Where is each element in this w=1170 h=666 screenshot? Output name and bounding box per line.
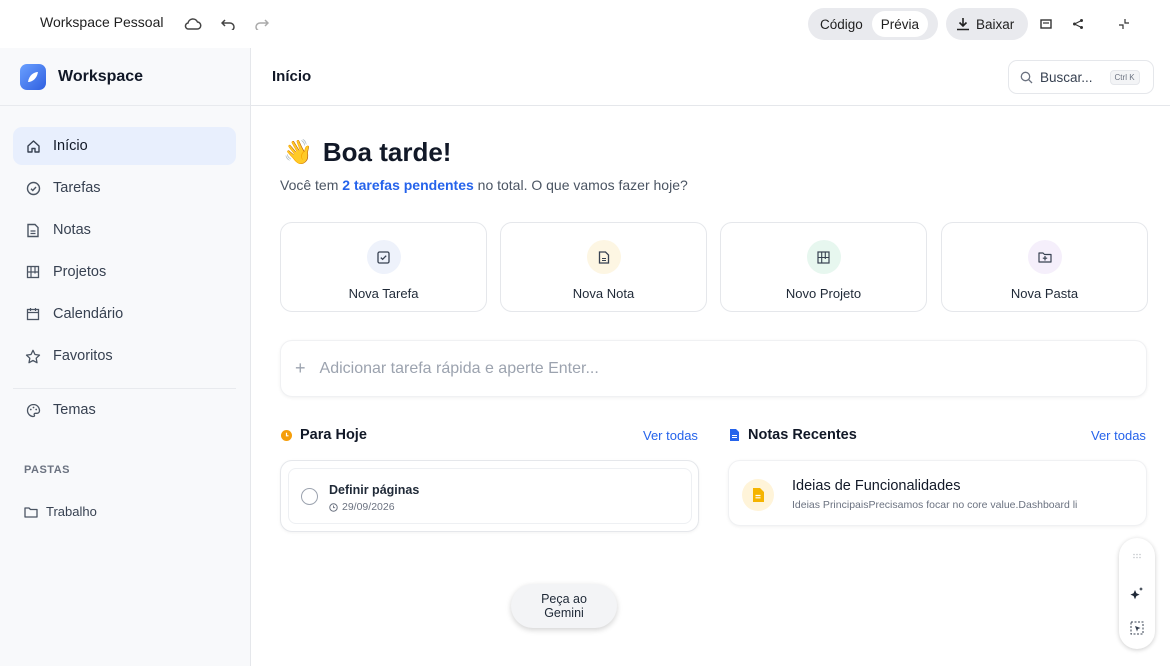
undo-icon[interactable]: [218, 14, 238, 34]
sidebar: Workspace Início Tarefas Notas Projetos …: [0, 48, 251, 666]
folder-item-trabalho[interactable]: Trabalho: [24, 504, 97, 519]
sidebar-item-calendario[interactable]: Calendário: [13, 295, 236, 333]
task-title: Definir páginas: [329, 483, 420, 497]
greeting-title: Boa tarde!: [322, 137, 452, 167]
card-label: Nova Nota: [572, 286, 635, 301]
notes-view-all-link[interactable]: Ver todas: [1091, 428, 1146, 443]
home-icon: [25, 138, 41, 154]
sidebar-item-label: Calendário: [53, 306, 124, 322]
folder-icon: [24, 506, 38, 518]
code-mode-button[interactable]: Código: [811, 11, 872, 37]
sidebar-item-label: Favoritos: [53, 348, 113, 364]
main-header: Início Buscar... Ctrl K: [251, 48, 1170, 106]
sidebar-item-tarefas[interactable]: Tarefas: [13, 169, 236, 207]
sidebar-item-label: Início: [53, 138, 88, 154]
app-topbar: Workspace Pessoal Código Prévia Baixar: [0, 0, 1170, 48]
search-button[interactable]: Buscar... Ctrl K: [1008, 60, 1154, 94]
sidebar-item-temas[interactable]: Temas: [13, 391, 236, 429]
new-project-card[interactable]: Novo Projeto: [720, 222, 927, 312]
ask-gemini-button[interactable]: Peça ao Gemini: [511, 584, 617, 628]
sparkle-icon[interactable]: [1119, 583, 1155, 603]
sidebar-item-label: Projetos: [53, 264, 107, 280]
sidebar-item-favoritos[interactable]: Favoritos: [13, 337, 236, 375]
greeting: 👋 Boa tarde!: [283, 137, 451, 168]
note-icon: [25, 222, 41, 238]
download-icon: [957, 18, 969, 31]
floating-toolbar: [1119, 538, 1155, 649]
task-row[interactable]: Definir páginas 29/09/2026: [288, 468, 692, 524]
page-title: Início: [272, 68, 312, 85]
sidebar-item-inicio[interactable]: Início: [13, 127, 236, 165]
quick-add-task-input[interactable]: + Adicionar tarefa rápida e aperte Enter…: [280, 340, 1147, 397]
today-task-list: Definir páginas 29/09/2026: [280, 460, 699, 532]
note-file-icon: [742, 479, 774, 511]
card-label: Novo Projeto: [785, 286, 862, 301]
search-icon: [1020, 71, 1033, 83]
sidebar-item-label: Temas: [53, 402, 96, 418]
document-icon: [586, 240, 621, 274]
sidebar-item-label: Tarefas: [53, 180, 101, 196]
sidebar-item-notas[interactable]: Notas: [13, 211, 236, 249]
search-label: Buscar...: [1040, 69, 1093, 85]
new-task-card[interactable]: Nova Tarefa: [280, 222, 487, 312]
gemini-label-line2: Gemini: [544, 606, 584, 620]
sidebar-item-label: Notas: [53, 222, 91, 238]
calendar-icon: [25, 306, 41, 322]
folder-plus-icon: [1027, 240, 1062, 274]
drag-handle-icon[interactable]: [1119, 546, 1155, 566]
clock-icon: [281, 429, 292, 441]
task-checkbox[interactable]: [301, 488, 318, 505]
folder-label: Trabalho: [46, 504, 97, 519]
view-mode-toggle: Código Prévia: [808, 8, 938, 40]
sidebar-divider: [0, 105, 250, 106]
palette-icon: [25, 402, 41, 418]
preview-mode-button[interactable]: Prévia: [871, 11, 929, 37]
note-card[interactable]: Ideias de Funcionalidades Ideias Princip…: [728, 460, 1147, 526]
new-note-card[interactable]: Nova Nota: [500, 222, 707, 312]
gemini-label-line1: Peça ao: [541, 591, 587, 606]
brand[interactable]: Workspace: [20, 64, 143, 90]
workspace-title: Workspace Pessoal: [40, 14, 164, 30]
kanban-icon: [25, 264, 41, 280]
task-date-text: 29/09/2026: [342, 501, 395, 513]
kanban-icon: [806, 240, 841, 274]
document-icon: [730, 429, 739, 441]
note-title: Ideias de Funcionalidades: [792, 478, 961, 494]
notes-section-header: Notas Recentes: [729, 427, 857, 443]
note-preview: Ideias PrincipaisPrecisamos focar no cor…: [792, 499, 1078, 511]
checkbox-icon: [366, 240, 401, 274]
search-shortcut: Ctrl K: [1109, 69, 1140, 85]
notes-title: Notas Recentes: [748, 427, 857, 443]
select-element-icon[interactable]: [1119, 618, 1155, 638]
share-icon[interactable]: [1068, 14, 1088, 34]
quick-add-placeholder: Adicionar tarefa rápida e aperte Enter..…: [319, 359, 599, 377]
today-view-all-link[interactable]: Ver todas: [643, 428, 698, 443]
subtitle-text: Você tem: [280, 177, 343, 193]
today-section-header: Para Hoje: [281, 427, 367, 443]
star-icon: [25, 348, 41, 364]
cloud-icon[interactable]: [183, 14, 203, 34]
collapse-icon[interactable]: [1114, 14, 1134, 34]
workspace-logo-icon: [20, 64, 46, 90]
today-title: Para Hoje: [300, 427, 367, 443]
screen-icon[interactable]: [1036, 14, 1056, 34]
sidebar-item-projetos[interactable]: Projetos: [13, 253, 236, 291]
card-label: Nova Pasta: [1010, 286, 1079, 301]
download-label: Baixar: [976, 16, 1015, 32]
pending-tasks-count[interactable]: 2 tarefas pendentes: [342, 177, 474, 193]
plus-icon: +: [295, 358, 306, 378]
subtitle-text: no total. O que vamos fazer hoje?: [473, 177, 688, 193]
sidebar-divider: [13, 388, 236, 389]
waving-hand-icon: 👋: [283, 139, 313, 166]
brand-name: Workspace: [58, 68, 144, 85]
check-circle-icon: [25, 180, 41, 196]
greeting-subtitle: Você tem 2 tarefas pendentes no total. O…: [280, 177, 688, 193]
clock-icon: [329, 502, 338, 512]
folders-heading: PASTAS: [24, 464, 70, 476]
redo-icon[interactable]: [252, 14, 272, 34]
card-label: Nova Tarefa: [348, 286, 419, 301]
new-folder-card[interactable]: Nova Pasta: [941, 222, 1148, 312]
download-button[interactable]: Baixar: [946, 8, 1028, 40]
task-date: 29/09/2026: [329, 501, 395, 513]
